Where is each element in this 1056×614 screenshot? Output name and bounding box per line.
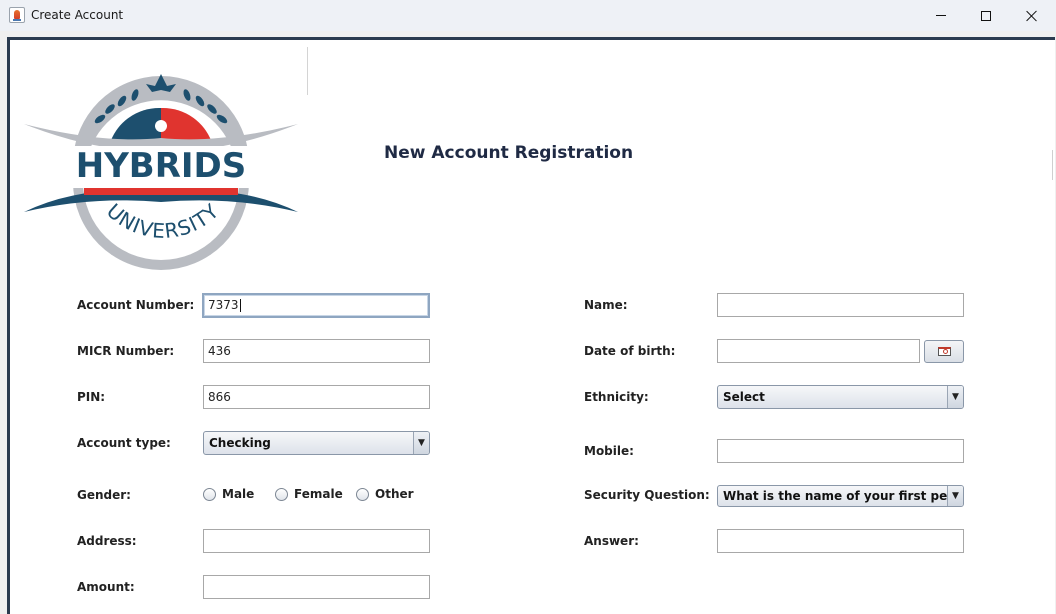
security-question-label: Security Question:	[584, 488, 710, 502]
gender-other-label: Other	[375, 487, 414, 501]
gender-other-radio[interactable]: Other	[356, 487, 414, 501]
minimize-button[interactable]	[918, 0, 964, 31]
address-label: Address:	[77, 534, 137, 548]
minimize-icon	[936, 15, 946, 16]
account-type-label: Account type:	[77, 436, 171, 450]
account-type-value: Checking	[209, 436, 271, 450]
account-number-input[interactable]: 7373	[202, 293, 430, 318]
dob-input[interactable]	[717, 339, 920, 363]
close-icon	[1026, 10, 1038, 22]
pin-input[interactable]: 866	[203, 385, 430, 409]
mobile-input[interactable]	[717, 439, 964, 463]
text-cursor	[239, 299, 241, 312]
window-title: Create Account	[31, 8, 124, 22]
maximize-icon	[981, 10, 991, 21]
radio-circle-icon	[356, 487, 369, 501]
dob-label: Date of birth:	[584, 344, 676, 358]
gender-male-label: Male	[222, 487, 255, 501]
security-question-value: What is the name of your first pet?	[723, 489, 960, 503]
panel-divider	[307, 47, 308, 95]
chevron-down-icon: ▼	[947, 386, 963, 408]
amount-label: Amount:	[77, 580, 135, 594]
ethnicity-dropdown[interactable]: Select ▼	[717, 385, 964, 409]
account-number-label: Account Number:	[77, 298, 195, 312]
name-input[interactable]	[717, 293, 964, 317]
radio-circle-icon	[275, 487, 288, 501]
pin-label: PIN:	[77, 390, 106, 404]
gender-male-radio[interactable]: Male	[203, 487, 254, 501]
ethnicity-label: Ethnicity:	[584, 390, 649, 404]
close-button[interactable]	[1009, 0, 1055, 31]
maximize-button[interactable]	[963, 0, 1009, 31]
calendar-icon	[937, 347, 951, 356]
micr-number-label: MICR Number:	[77, 344, 175, 358]
micr-number-input[interactable]: 436	[203, 339, 430, 363]
panel-edge	[1052, 150, 1053, 180]
date-picker-button[interactable]	[924, 340, 964, 363]
address-input[interactable]	[203, 529, 430, 553]
gender-label: Gender:	[77, 488, 131, 502]
ethnicity-value: Select	[723, 390, 765, 404]
answer-input[interactable]	[717, 529, 964, 553]
security-question-dropdown[interactable]: What is the name of your first pet? ▼	[717, 485, 964, 507]
gender-female-radio[interactable]: Female	[275, 487, 343, 501]
logo-title: HYBRIDS	[76, 146, 247, 186]
java-cup-icon	[9, 7, 25, 23]
university-logo: HYBRIDS UNIVERSITY	[24, 74, 298, 270]
amount-input[interactable]	[203, 575, 430, 599]
answer-label: Answer:	[584, 534, 639, 548]
account-number-value: 7373	[208, 298, 239, 312]
page-title: New Account Registration	[384, 143, 634, 163]
mobile-label: Mobile:	[584, 444, 634, 458]
chevron-down-icon: ▼	[947, 486, 963, 506]
account-type-dropdown[interactable]: Checking ▼	[203, 431, 430, 455]
chevron-down-icon: ▼	[413, 432, 429, 454]
title-bar[interactable]: Create Account	[0, 0, 1056, 31]
name-label: Name:	[584, 298, 628, 312]
radio-circle-icon	[203, 487, 216, 501]
gender-female-label: Female	[294, 487, 343, 501]
